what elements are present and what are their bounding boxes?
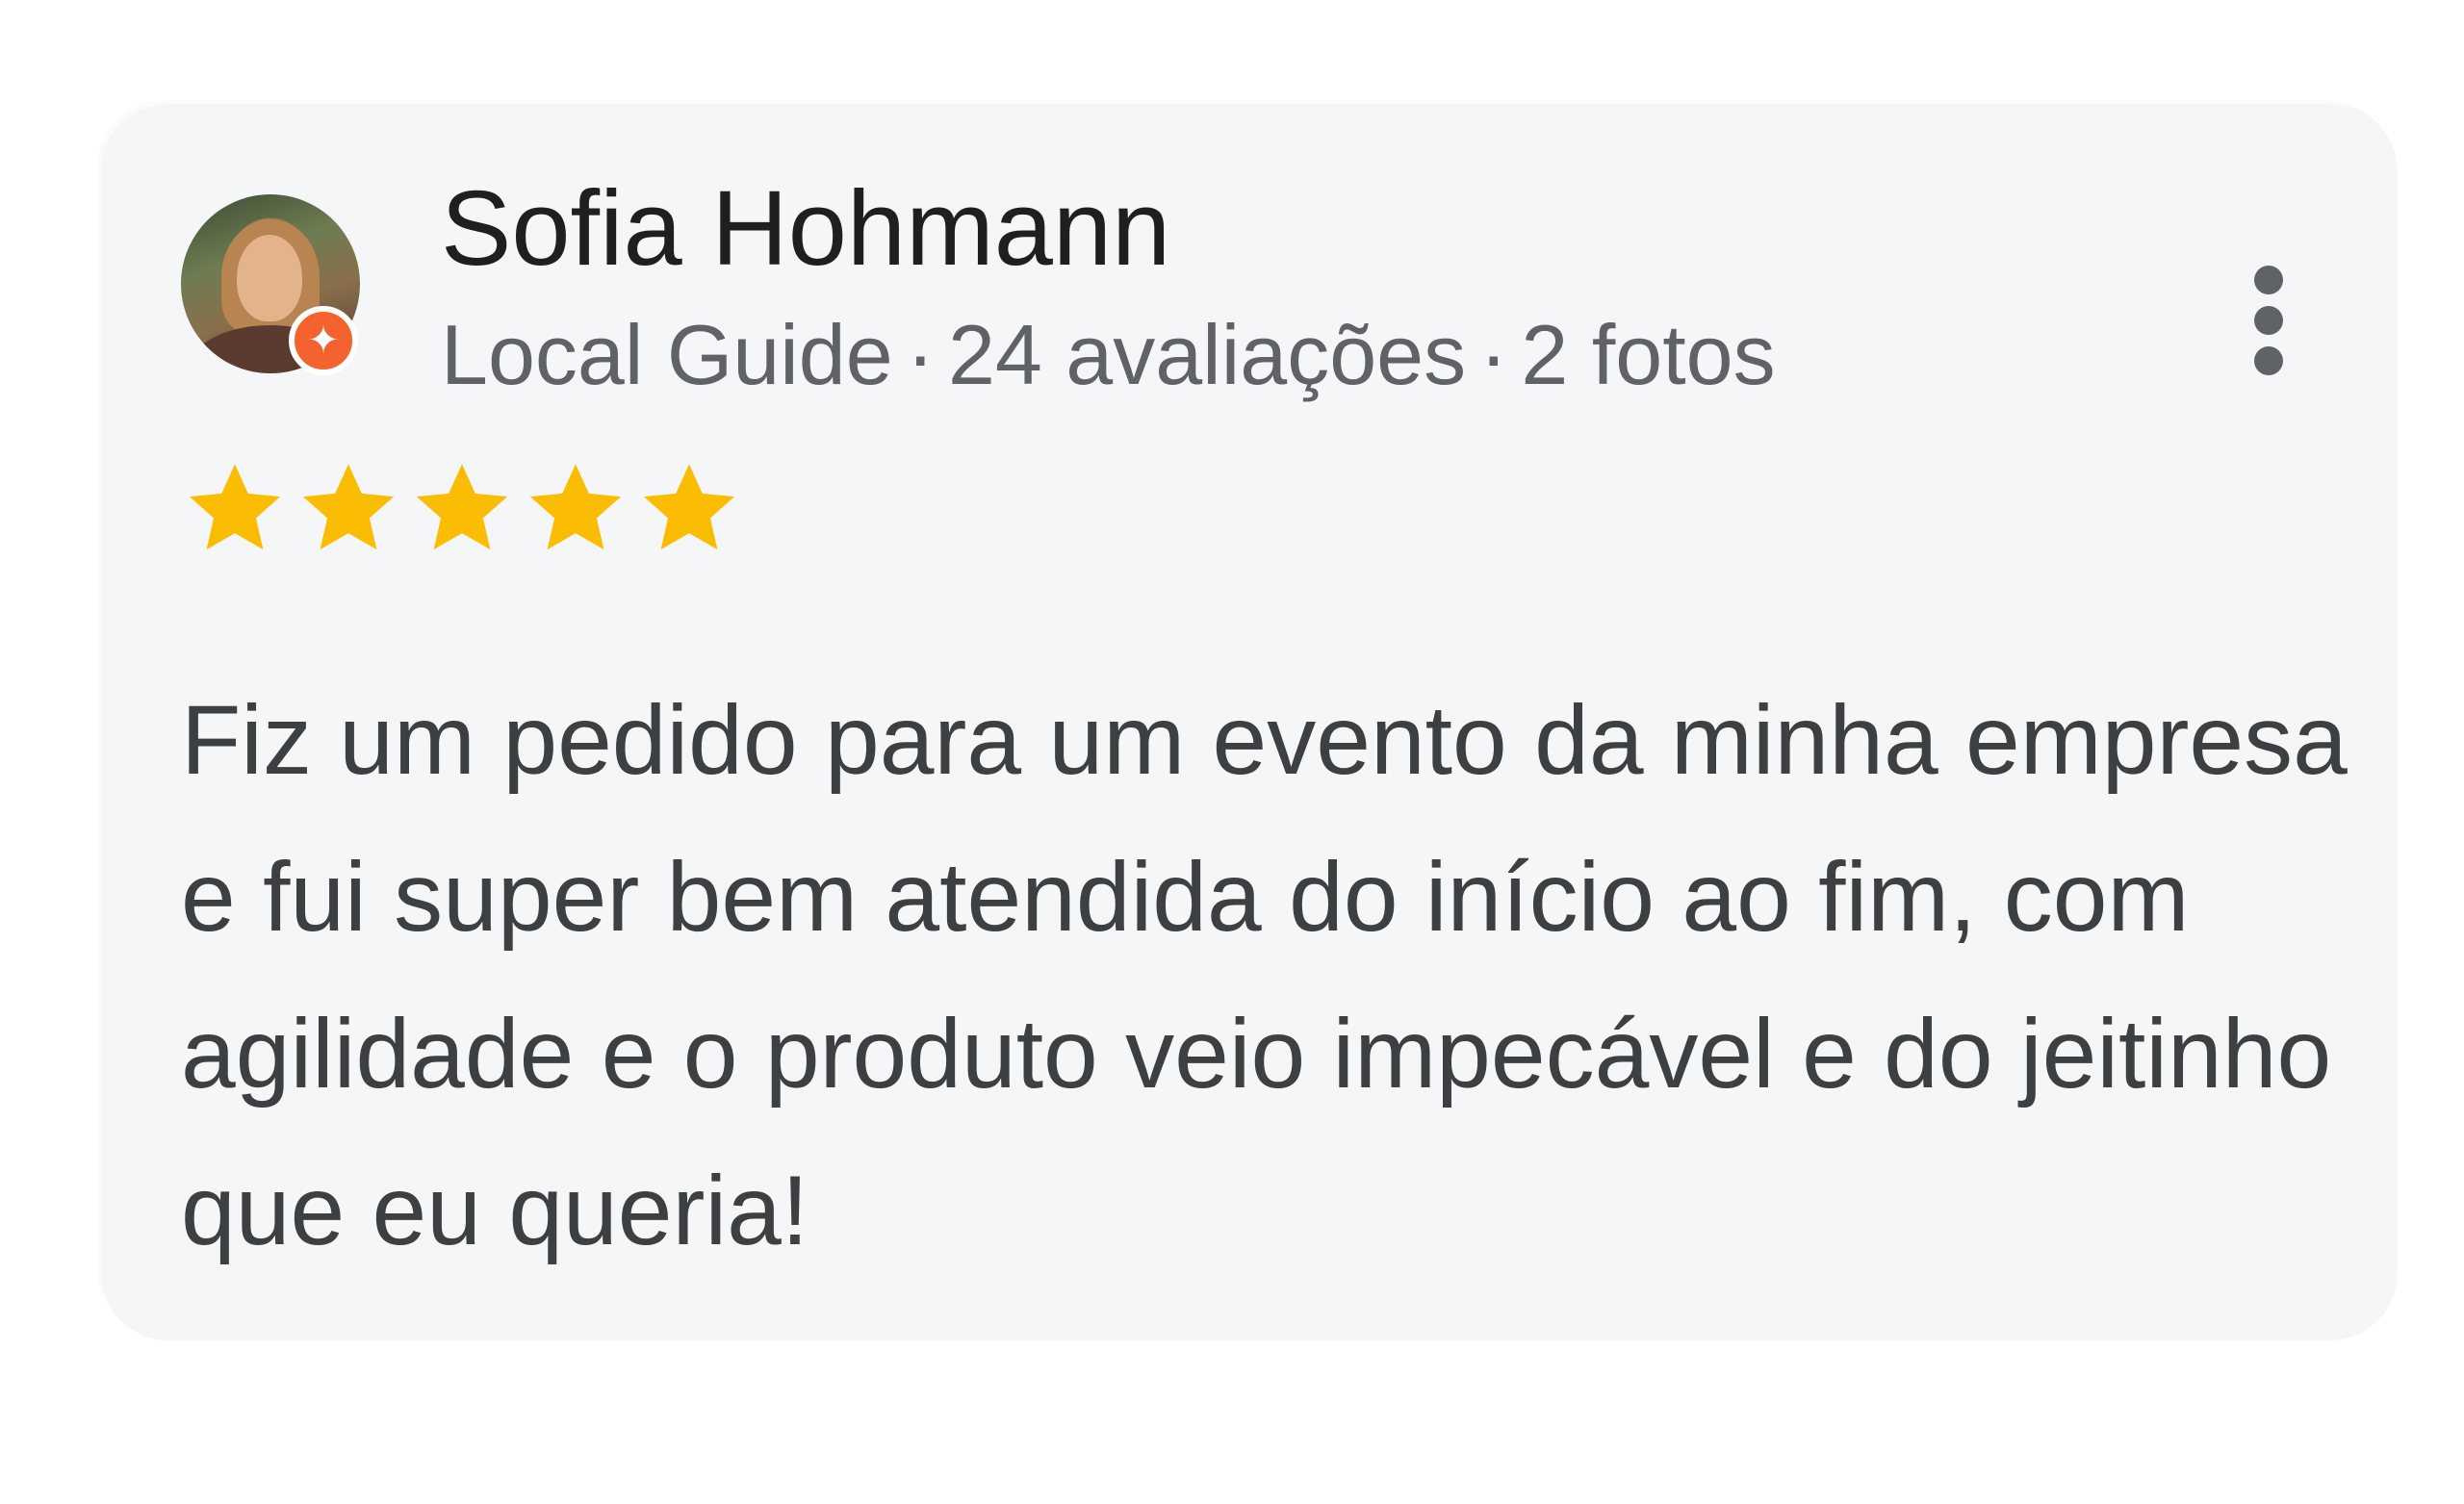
photo-count: 2 fotos [1521, 307, 1776, 402]
local-guide-badge-icon: ✦ [289, 306, 358, 375]
star-icon [302, 464, 395, 550]
star-rating [181, 454, 743, 562]
review-text: Fiz um pedido para um evento da minha em… [181, 685, 2348, 1265]
more-options-button[interactable] [2235, 258, 2302, 383]
author-name[interactable]: Sofia Hohmann [441, 167, 1170, 290]
separator-dot: · [906, 307, 935, 402]
avatar-face [237, 235, 302, 321]
more-vert-icon [2254, 346, 2283, 375]
author-meta: Local Guide · 24 avaliações · 2 fotos [441, 306, 1776, 404]
star-icon [643, 464, 735, 550]
separator-dot: · [1479, 307, 1508, 402]
more-vert-icon [2254, 306, 2283, 335]
star-icon [189, 464, 281, 550]
author-level: Local Guide [441, 307, 893, 402]
more-vert-icon [2254, 266, 2283, 294]
star-icon [529, 464, 622, 550]
star-icon [416, 464, 508, 550]
review-count: 24 avaliações [947, 307, 1467, 402]
